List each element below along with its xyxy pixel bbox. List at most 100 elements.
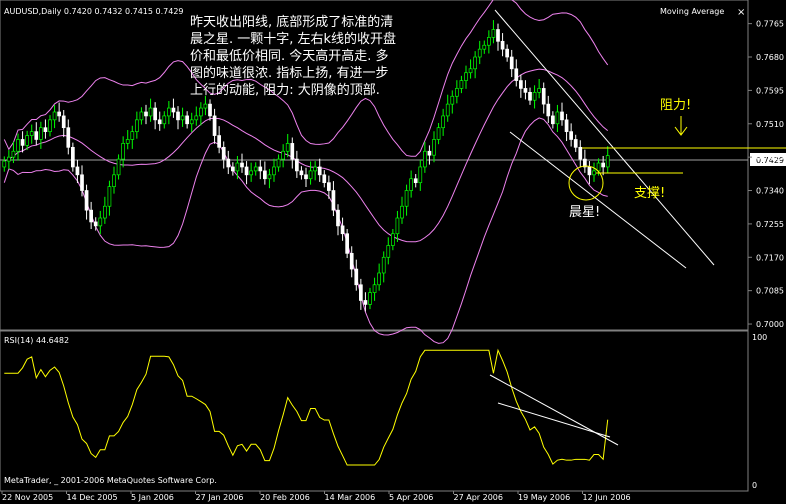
- commentary-line-3: 价和最低价相同. 今天高开高走. 多: [190, 48, 389, 64]
- candle-body: [199, 107, 203, 117]
- price-tick-label: 0.7510: [756, 120, 784, 129]
- commentary: 昨天收出阳线, 底部形成了标准的清 晨之星. 一颗十字, 左右k线的收开盘 价和…: [190, 14, 396, 98]
- candle-body: [605, 155, 610, 168]
- indicator-title: Moving Average: [660, 7, 724, 16]
- candle-body: [272, 166, 276, 176]
- candle-body: [203, 103, 208, 109]
- candle-body: [459, 80, 464, 89]
- candle-body: [587, 166, 592, 176]
- candle-body: [537, 88, 541, 93]
- candle-body: [468, 68, 473, 74]
- candle-body: [455, 88, 459, 97]
- date-tick-label: 14 Dec 2005: [67, 493, 118, 502]
- candle-body: [130, 131, 135, 140]
- candle-body: [528, 92, 532, 101]
- candle-body: [409, 178, 413, 191]
- candle-body: [432, 139, 436, 156]
- candle-body: [514, 68, 519, 81]
- candle-body: [121, 143, 125, 160]
- rsi-tick-0: 0: [752, 481, 757, 490]
- date-tick-label: 22 Nov 2005: [2, 493, 53, 502]
- rsi-chart-frame: [0, 330, 749, 492]
- candle-body: [596, 162, 601, 172]
- candle-body: [43, 127, 48, 132]
- candle-body: [208, 103, 212, 117]
- commentary-line-2: 晨之星. 一颗十字, 左右k线的收开盘: [190, 31, 396, 47]
- candle-body: [148, 107, 153, 117]
- candle-body: [359, 284, 363, 301]
- candle-body: [473, 56, 477, 70]
- resistance-label: 阻力!: [660, 98, 691, 113]
- candle-body: [327, 182, 331, 191]
- chart-canvas[interactable]: 0.7429 AUDUSD,Daily 0.7420 0.7432 0.7415…: [0, 0, 786, 504]
- candle-body: [116, 158, 121, 176]
- candle-body: [427, 150, 432, 156]
- date-tick-label: 5 Apr 2006: [389, 493, 433, 502]
- price-tick-label: 0.7765: [756, 20, 784, 29]
- candle-body: [171, 107, 176, 113]
- price-tick-label: 0.7085: [756, 287, 784, 296]
- copyright-text: MetaTrader, _ 2001-2006 MetaQuotes Softw…: [4, 476, 217, 485]
- candle-body: [573, 139, 578, 148]
- candle-body: [336, 209, 340, 227]
- candle-body: [11, 150, 16, 158]
- candle-body: [221, 146, 226, 160]
- candle-body: [189, 119, 194, 125]
- candle-body: [176, 111, 180, 121]
- candle-body: [569, 131, 573, 140]
- band-lower: [3, 117, 608, 344]
- candle-body: [39, 127, 43, 140]
- candle-body: [7, 156, 11, 162]
- chart-window: 0.7429 AUDUSD,Daily 0.7420 0.7432 0.7415…: [0, 0, 786, 504]
- date-axis: 22 Nov 2005 14 Dec 2005 5 Jan 2006 27 Jan 2…: [1, 491, 631, 502]
- candle-body: [226, 158, 231, 168]
- candle-body: [386, 245, 391, 258]
- candle-body: [404, 190, 409, 207]
- candle-body: [551, 115, 555, 125]
- resistance-trendline: [494, 9, 715, 266]
- candle-body: [313, 166, 317, 172]
- candle-body: [89, 209, 93, 223]
- commentary-line-5: 上行的动能, 阻力: 大阴像的顶部.: [190, 82, 380, 98]
- candle-body: [423, 150, 427, 168]
- candle-body: [249, 170, 253, 176]
- candle-body: [180, 115, 185, 121]
- candle-body: [578, 146, 583, 160]
- candle-body: [157, 119, 162, 125]
- candle-body: [66, 127, 71, 148]
- candle-body: [592, 170, 596, 176]
- candle-body: [84, 190, 89, 211]
- candle-body: [418, 166, 423, 184]
- candle-body: [601, 162, 605, 168]
- candle-body: [75, 166, 80, 176]
- candle-body: [381, 256, 386, 274]
- candle-body: [290, 143, 295, 160]
- candle-body: [276, 158, 281, 168]
- candle-body: [258, 166, 263, 172]
- candle-body: [340, 225, 345, 235]
- candle-body: [317, 166, 322, 176]
- candle-body: [555, 111, 560, 125]
- candle-body: [61, 115, 66, 129]
- candle-body: [349, 253, 354, 270]
- candle-body: [34, 131, 39, 140]
- candle-body: [464, 72, 468, 81]
- candle-body: [560, 111, 564, 121]
- candle-body: [107, 186, 112, 207]
- candle-body: [299, 170, 304, 176]
- candle-body: [345, 233, 349, 254]
- candle-body: [500, 40, 505, 50]
- candle-body: [194, 115, 199, 121]
- candle-body: [368, 292, 372, 305]
- candle-body: [20, 139, 25, 146]
- date-tick-label: 12 Jun 2006: [583, 493, 631, 502]
- candle-body: [509, 56, 514, 70]
- candle-body: [231, 166, 235, 172]
- candle-body: [153, 107, 157, 121]
- candle-body: [29, 131, 34, 136]
- close-icon[interactable]: ×: [737, 7, 745, 18]
- candle-body: [496, 29, 500, 42]
- candle-body: [167, 107, 171, 117]
- support-label: 支撑!: [634, 186, 665, 201]
- date-tick-label: 20 Feb 2006: [260, 493, 310, 502]
